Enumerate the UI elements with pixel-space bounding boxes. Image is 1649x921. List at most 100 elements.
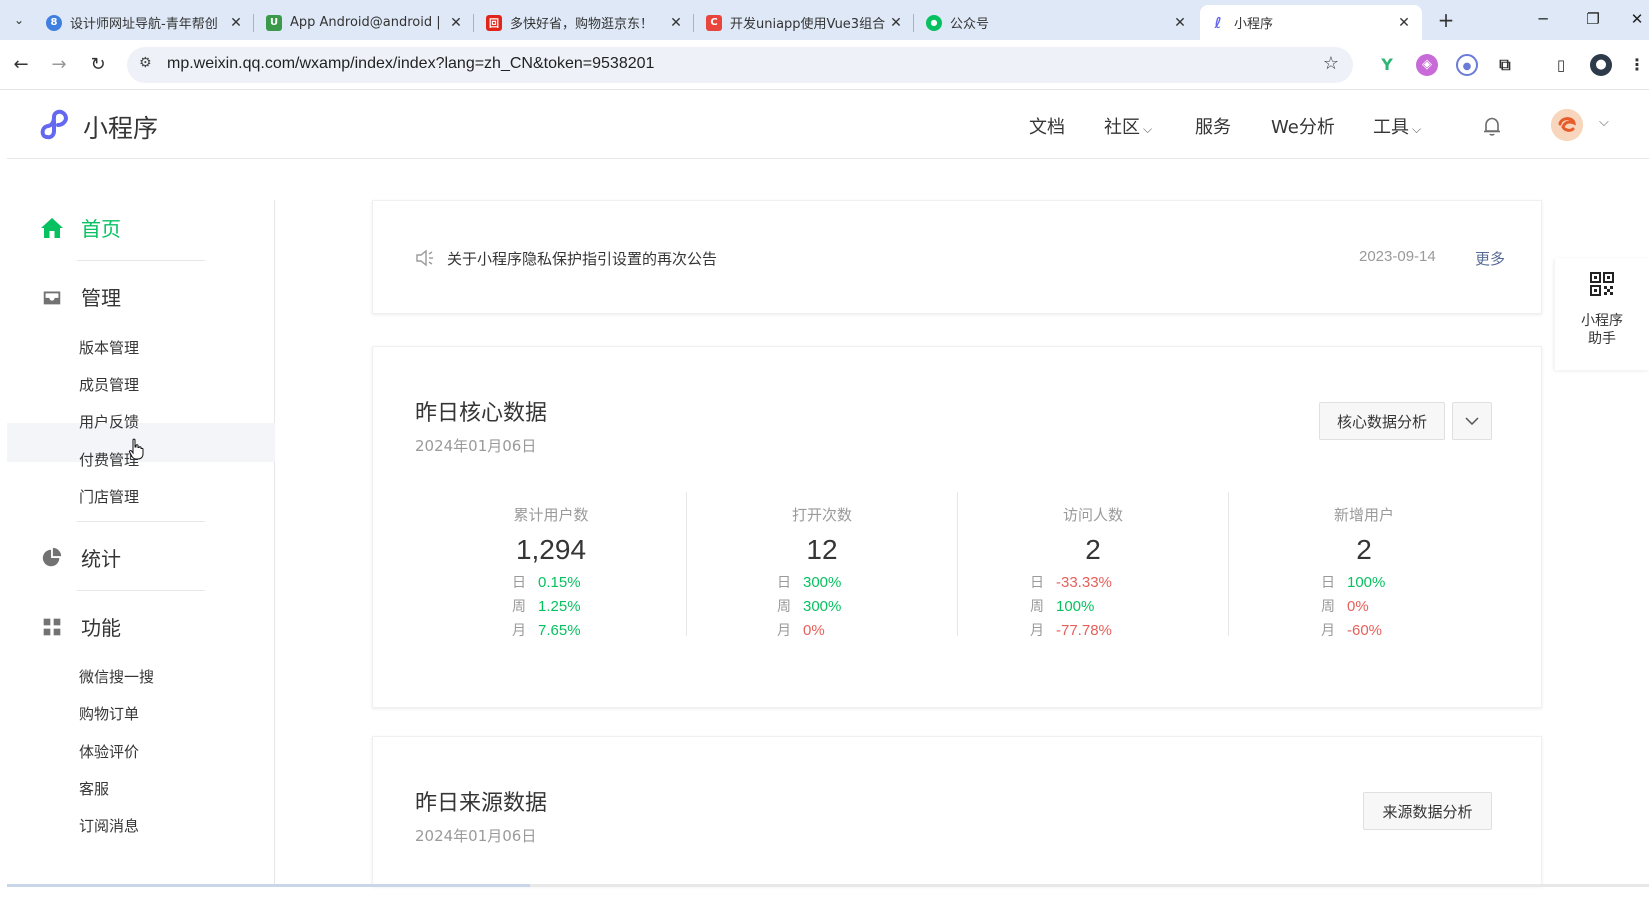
restore-icon[interactable]: ❐ bbox=[1578, 6, 1608, 32]
browser-tab-active[interactable]: ℓ 小程序 ✕ bbox=[1200, 5, 1422, 40]
tab-close-icon[interactable]: ✕ bbox=[448, 15, 464, 31]
sidebar-item-version[interactable]: 版本管理 bbox=[79, 337, 139, 358]
card-date: 2024年01月06日 bbox=[415, 437, 537, 455]
period-label: 周 bbox=[1030, 599, 1044, 615]
tab-favicon-icon: 回 bbox=[486, 14, 502, 31]
nav-services[interactable]: 服务 bbox=[1195, 113, 1231, 139]
mini-program-logo-icon[interactable] bbox=[38, 107, 74, 143]
nav-we-analysis[interactable]: We分析 bbox=[1271, 113, 1335, 139]
period-label: 周 bbox=[777, 599, 791, 615]
metric-value: 2 bbox=[1356, 534, 1372, 565]
account-chevron-down-icon[interactable]: ⌵ bbox=[1599, 115, 1609, 130]
sidebar-item-experience-review[interactable]: 体验评价 bbox=[79, 741, 139, 762]
logo-text[interactable]: 小程序 bbox=[83, 109, 158, 145]
tab-close-icon[interactable]: ✕ bbox=[1396, 15, 1412, 31]
nav-tools[interactable]: 工具 ⌵ bbox=[1373, 113, 1421, 139]
metric-value: 12 bbox=[806, 534, 838, 565]
change-value: 0% bbox=[1347, 598, 1369, 615]
source-data-analysis-button[interactable]: 来源数据分析 bbox=[1363, 792, 1492, 830]
notice-card: 关于小程序隐私保护指引设置的再次公告 2023-09-14 更多 bbox=[372, 200, 1542, 314]
mini-program-helper[interactable]: 小程序 助手 bbox=[1555, 258, 1649, 370]
period-label: 日 bbox=[777, 575, 791, 591]
period-label: 月 bbox=[1321, 623, 1335, 639]
tab-close-icon[interactable]: ✕ bbox=[228, 15, 244, 31]
change-value: 100% bbox=[1056, 598, 1095, 615]
tab-title: 小程序 bbox=[1234, 17, 1274, 32]
sidebar-item-subscription[interactable]: 订阅消息 bbox=[79, 815, 139, 836]
sidebar-item-home[interactable]: 首页 bbox=[39, 213, 121, 242]
core-data-card: 昨日核心数据 2024年01月06日 核心数据分析 累计用户数 1,294 日0… bbox=[372, 346, 1542, 708]
url-text[interactable]: mp.weixin.qq.com/wxamp/index/index?lang=… bbox=[167, 55, 654, 73]
metric-new-users: 新增用户 2 日 100% 周 0% 月 -60% bbox=[1229, 492, 1499, 639]
sidebar-group-label: 首页 bbox=[81, 217, 121, 241]
change-value: 100% bbox=[1347, 574, 1386, 591]
more-menu-icon[interactable]: ⋮ bbox=[1626, 54, 1648, 76]
new-tab-button[interactable]: + bbox=[1434, 8, 1458, 32]
extension-vue-icon[interactable]: Y bbox=[1376, 54, 1398, 76]
browser-tab[interactable]: 8 设计师网址导航-青年帮创 ✕ bbox=[36, 5, 254, 40]
extensions-puzzle-icon[interactable]: ⧉ bbox=[1494, 54, 1516, 76]
chevron-down-icon: ⌵ bbox=[1412, 122, 1422, 136]
address-bar[interactable]: ⚙ mp.weixin.qq.com/wxamp/index/index?lan… bbox=[127, 47, 1353, 83]
sidebar-divider bbox=[77, 590, 205, 591]
close-window-icon[interactable]: ✕ bbox=[1625, 6, 1649, 32]
sidebar-item-wechat-search[interactable]: 微信搜一搜 bbox=[79, 666, 154, 687]
notice-more-link[interactable]: 更多 bbox=[1475, 248, 1505, 269]
sidebar-item-members[interactable]: 成员管理 bbox=[79, 374, 139, 395]
tab-separator bbox=[693, 14, 694, 32]
sidebar-item-statistics[interactable]: 统计 bbox=[39, 543, 121, 572]
tab-favicon-icon: ℓ bbox=[1214, 13, 1222, 32]
core-data-dropdown-button[interactable] bbox=[1452, 402, 1492, 440]
metric-label: 访问人数 bbox=[1062, 506, 1123, 524]
horizontal-scrollbar-thumb[interactable] bbox=[7, 884, 530, 887]
tab-title: 多快好省，购物逛京东！ bbox=[510, 17, 654, 32]
side-panel-icon[interactable]: ▯ bbox=[1550, 54, 1572, 76]
browser-tab[interactable]: U App Android@android | ✕ bbox=[256, 5, 474, 40]
back-arrow-icon[interactable]: ← bbox=[8, 52, 34, 78]
notice-date: 2023-09-14 bbox=[1359, 248, 1436, 265]
tab-favicon-icon: U bbox=[266, 14, 282, 31]
minimize-icon[interactable]: ─ bbox=[1528, 6, 1558, 32]
nav-community[interactable]: 社区 ⌵ bbox=[1104, 113, 1152, 139]
sidebar-item-stores[interactable]: 门店管理 bbox=[79, 486, 139, 507]
tab-title: 开发uniapp使用Vue3组合 bbox=[730, 17, 886, 32]
tab-close-icon[interactable]: ✕ bbox=[1172, 15, 1188, 31]
nav-tools-label: 工具 bbox=[1373, 117, 1409, 138]
sidebar-item-customer-service[interactable]: 客服 bbox=[79, 778, 109, 799]
notice-link[interactable]: 关于小程序隐私保护指引设置的再次公告 bbox=[447, 248, 717, 269]
sidebar-divider bbox=[77, 260, 205, 261]
period-label: 日 bbox=[1030, 575, 1044, 591]
sidebar-group-label: 统计 bbox=[81, 547, 121, 571]
metric-open-count: 打开次数 12 日 300% 周 300% 月 0% bbox=[687, 492, 957, 639]
browser-tab[interactable]: 回 多快好省，购物逛京东！ ✕ bbox=[476, 5, 694, 40]
nav-docs[interactable]: 文档 bbox=[1029, 113, 1065, 139]
app-header: 小程序 文档 社区 ⌵ 服务 We分析 工具 ⌵ ⌵ bbox=[7, 91, 1649, 159]
extension-icon[interactable]: ● bbox=[1456, 54, 1478, 76]
site-settings-icon[interactable]: ⚙ bbox=[139, 55, 152, 71]
sidebar-item-shopping-orders[interactable]: 购物订单 bbox=[79, 703, 139, 724]
bell-icon[interactable] bbox=[1481, 115, 1503, 137]
browser-tab[interactable]: C 开发uniapp使用Vue3组合 ✕ bbox=[696, 5, 914, 40]
forward-arrow-icon[interactable]: → bbox=[46, 52, 72, 78]
metric-value: 1,294 bbox=[515, 534, 587, 565]
core-data-analysis-button[interactable]: 核心数据分析 bbox=[1319, 402, 1445, 440]
extension-icon[interactable]: ◈ bbox=[1416, 54, 1438, 76]
sidebar-item-features[interactable]: 功能 bbox=[39, 612, 121, 641]
browser-tab[interactable]: ● 公众号 ✕ bbox=[916, 5, 1198, 40]
reload-icon[interactable]: ↻ bbox=[85, 52, 111, 78]
card-title: 昨日核心数据 bbox=[415, 401, 548, 426]
period-label: 月 bbox=[777, 623, 791, 639]
sidebar-item-manage[interactable]: 管理 bbox=[39, 282, 121, 311]
tab-close-icon[interactable]: ✕ bbox=[888, 15, 904, 31]
inbox-icon bbox=[39, 284, 65, 310]
hand-cursor-icon bbox=[128, 438, 144, 460]
sidebar-group-label: 管理 bbox=[81, 286, 121, 310]
profile-avatar-icon[interactable]: ● bbox=[1590, 54, 1612, 76]
bookmark-star-icon[interactable]: ☆ bbox=[1323, 53, 1339, 74]
helper-label-line: 小程序 bbox=[1581, 313, 1623, 329]
avatar[interactable] bbox=[1551, 109, 1583, 141]
metric-change-month: 月 0% bbox=[777, 620, 825, 640]
sidebar-item-feedback[interactable]: 用户反馈 bbox=[79, 411, 139, 432]
tab-list-chevron-icon[interactable]: ⌄ bbox=[8, 9, 30, 31]
tab-close-icon[interactable]: ✕ bbox=[668, 15, 684, 31]
